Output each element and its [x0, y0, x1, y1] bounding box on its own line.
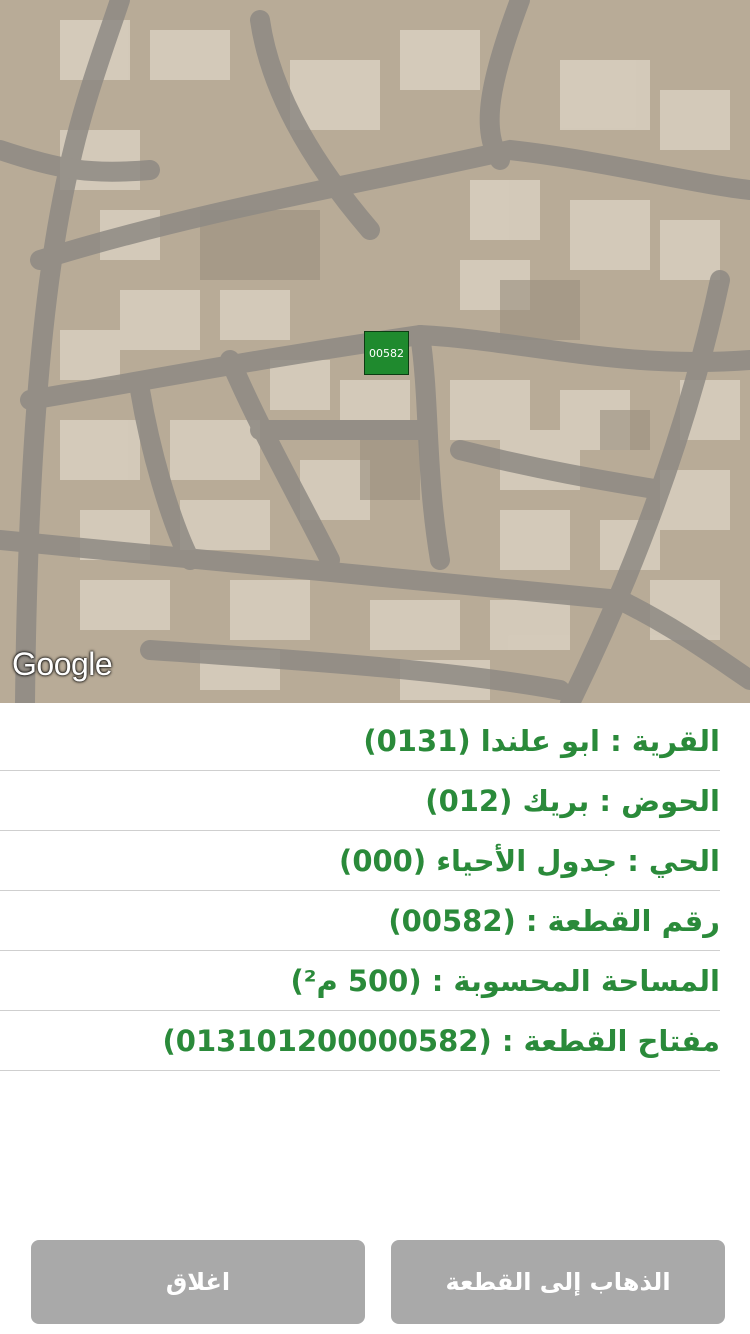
- neighborhood-text: الحي : جدول الأحياء (000): [339, 843, 720, 878]
- neighborhood-row: الحي : جدول الأحياء (000): [0, 831, 720, 891]
- close-button[interactable]: اغلاق: [31, 1240, 365, 1324]
- village-row: القرية : ابو علندا (0131): [0, 711, 720, 771]
- basin-row: الحوض : بريك (012): [0, 771, 720, 831]
- basin-text: الحوض : بريك (012): [425, 783, 720, 818]
- village-text: القرية : ابو علندا (0131): [363, 723, 720, 758]
- parcel-marker-label: 00582: [369, 346, 404, 360]
- go-to-parcel-button[interactable]: الذهاب إلى القطعة: [391, 1240, 725, 1324]
- google-logo: Google: [12, 646, 113, 682]
- parcel-number-row: رقم القطعة : (00582): [0, 891, 720, 951]
- parcel-number-text: رقم القطعة : (00582): [388, 903, 720, 938]
- calculated-area-text: المساحة المحسوبة : (500 م²): [290, 963, 720, 998]
- parcel-key-row: مفتاح القطعة : (013101200000582): [0, 1011, 720, 1071]
- parcel-marker[interactable]: 00582: [364, 331, 409, 375]
- parcel-info-list: القرية : ابو علندا (0131) الحوض : بريك (…: [0, 711, 720, 1071]
- parcel-key-text: مفتاح القطعة : (013101200000582): [162, 1023, 720, 1058]
- calculated-area-row: المساحة المحسوبة : (500 م²): [0, 951, 720, 1011]
- satellite-map[interactable]: 00582 Google: [0, 0, 750, 703]
